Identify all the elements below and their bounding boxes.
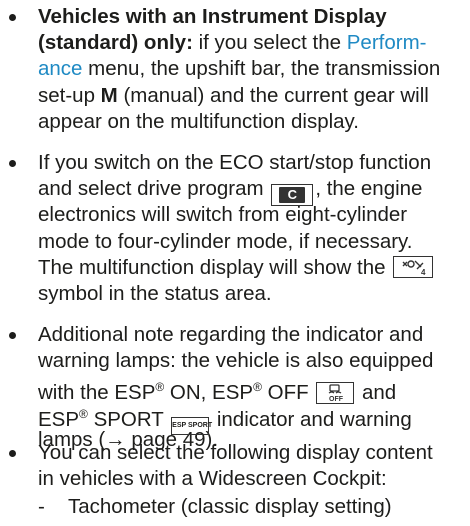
- body-text: , the engine: [315, 177, 423, 201]
- bullet-dot: [9, 332, 16, 339]
- body-text: in vehicles with a Widescreen Cockpit:: [38, 467, 387, 491]
- dash-marker: -: [38, 495, 45, 518]
- four-cylinder-mode-icon: 4: [393, 255, 434, 278]
- esp-sport-key-label: ESP SPORT: [172, 422, 213, 430]
- sub-list-item: - Tachometer (classic display setting): [38, 494, 392, 520]
- off-key-label: OFF: [329, 396, 344, 403]
- esp-off-warning-lamp-icon: OFF: [316, 382, 355, 405]
- body-text: set-up: [38, 83, 101, 107]
- drive-program-c-key-icon: C: [271, 184, 314, 207]
- esp-sport-warning-lamp-icon: ESP SPORT: [171, 417, 213, 436]
- body-text: warning lamps: the vehicle is also equip…: [38, 349, 434, 373]
- body-text: indicator and warning: [211, 407, 412, 431]
- body-text: menu, the upshift bar, the transmission: [82, 57, 441, 81]
- body-text: mode to four-cylinder mode, if necessary…: [38, 229, 413, 253]
- bold-text: Vehicles with an Instrument Display: [38, 5, 387, 28]
- list-item: You can select the following display con…: [0, 440, 466, 492]
- body-text: The multifunction display will show the: [38, 255, 392, 279]
- list-item: Vehicles with an Instrument Display (sta…: [0, 4, 466, 135]
- list-item: Additional note regarding the indicator …: [0, 322, 466, 453]
- body-text: You can select the following display con…: [38, 441, 433, 464]
- bold-text: M: [100, 83, 118, 107]
- body-text: symbol in the status area.: [38, 281, 272, 305]
- body-text: Tachometer (classic display setting): [68, 495, 392, 518]
- bullet-dot: [9, 450, 16, 457]
- performance-menu-link[interactable]: ance: [38, 57, 82, 80]
- registered-mark: ®: [155, 380, 165, 395]
- body-text: (manual) and the current gear will: [117, 83, 429, 107]
- body-text: Additional note regarding the indicator …: [38, 323, 424, 346]
- manual-page: Vehicles with an Instrument Display (sta…: [0, 0, 470, 526]
- svg-text:4: 4: [421, 268, 426, 277]
- registered-mark: ®: [253, 380, 262, 395]
- list-item: If you switch on the ECO start/stop func…: [0, 150, 466, 307]
- body-text: appear on the multifunction display.: [38, 109, 359, 133]
- drive-program-c-label: C: [279, 187, 306, 204]
- bullet-dot: [9, 160, 16, 167]
- bullet-dot: [9, 14, 16, 21]
- body-text: electronics will switch from eight-cylin…: [38, 203, 408, 227]
- performance-menu-link[interactable]: Perform-: [347, 31, 427, 54]
- bold-text: (standard) only:: [38, 31, 193, 55]
- body-text: If you switch on the ECO start/stop func…: [38, 151, 432, 174]
- registered-mark: ®: [79, 406, 88, 421]
- body-text: and select drive program: [38, 177, 270, 201]
- body-text: if you select the: [192, 31, 347, 55]
